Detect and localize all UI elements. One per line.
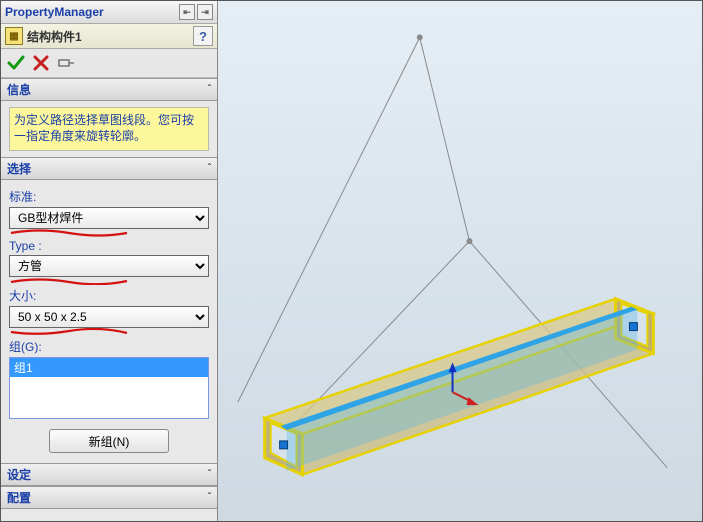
new-group-button[interactable]: 新组(N) xyxy=(49,429,169,453)
collapse-icon: ˆ xyxy=(208,84,211,95)
pm-pin-icons: ⇤ ⇥ xyxy=(179,4,213,20)
size-label: 大小: xyxy=(9,287,209,304)
pin-left-icon[interactable]: ⇤ xyxy=(179,4,195,20)
action-bar xyxy=(1,49,217,78)
model-canvas xyxy=(218,1,702,521)
section-info-header[interactable]: 信息 ˆ xyxy=(1,79,217,101)
section-settings-header[interactable]: 设定 ˇ xyxy=(1,464,217,486)
standard-select[interactable]: GB型材焊件 xyxy=(9,207,209,229)
expand-icon: ˇ xyxy=(208,492,211,503)
group-list-item[interactable]: 组1 xyxy=(10,358,208,377)
section-settings-title: 设定 xyxy=(7,466,31,483)
structural-tube-body xyxy=(265,299,654,475)
pm-title: PropertyManager xyxy=(5,5,104,19)
structural-member-icon: ▦ xyxy=(5,27,23,45)
section-config-title: 配置 xyxy=(7,489,31,506)
pin-right-icon[interactable]: ⇥ xyxy=(197,4,213,20)
info-message: 为定义路径选择草图线段。您可按一指定角度来旋转轮廓。 xyxy=(9,107,209,151)
annotation-underline-icon xyxy=(9,277,209,285)
collapse-icon: ˆ xyxy=(208,163,211,174)
standard-label: 标准: xyxy=(9,188,209,205)
ok-button[interactable] xyxy=(7,55,25,71)
section-config: 配置 ˇ xyxy=(1,486,217,509)
property-manager-panel: PropertyManager ⇤ ⇥ ▦ 结构构件1 ? xyxy=(1,1,218,521)
type-label: Type : xyxy=(9,239,209,253)
section-select-header[interactable]: 选择 ˆ xyxy=(1,158,217,180)
section-select: 选择 ˆ 标准: GB型材焊件 Type : 方管 xyxy=(1,157,217,463)
graphics-viewport[interactable] xyxy=(218,1,702,521)
feature-title-bar: ▦ 结构构件1 ? xyxy=(1,24,217,49)
section-select-title: 选择 xyxy=(7,160,31,177)
group-label: 组(G): xyxy=(9,338,209,355)
size-select[interactable]: 50 x 50 x 2.5 xyxy=(9,306,209,328)
expand-icon: ˇ xyxy=(208,469,211,480)
pm-title-bar: PropertyManager ⇤ ⇥ xyxy=(1,1,217,24)
section-info-title: 信息 xyxy=(7,81,31,98)
group-listbox[interactable]: 组1 xyxy=(9,357,209,419)
cancel-button[interactable] xyxy=(33,55,49,71)
annotation-underline-icon xyxy=(9,229,209,237)
help-button[interactable]: ? xyxy=(193,26,213,46)
section-info: 信息 ˆ 为定义路径选择草图线段。您可按一指定角度来旋转轮廓。 xyxy=(1,78,217,157)
feature-title: 结构构件1 xyxy=(27,28,82,45)
section-config-header[interactable]: 配置 ˇ xyxy=(1,487,217,509)
pushpin-icon[interactable] xyxy=(57,56,75,70)
annotation-underline-icon xyxy=(9,328,209,336)
type-select[interactable]: 方管 xyxy=(9,255,209,277)
section-settings: 设定 ˇ xyxy=(1,463,217,486)
